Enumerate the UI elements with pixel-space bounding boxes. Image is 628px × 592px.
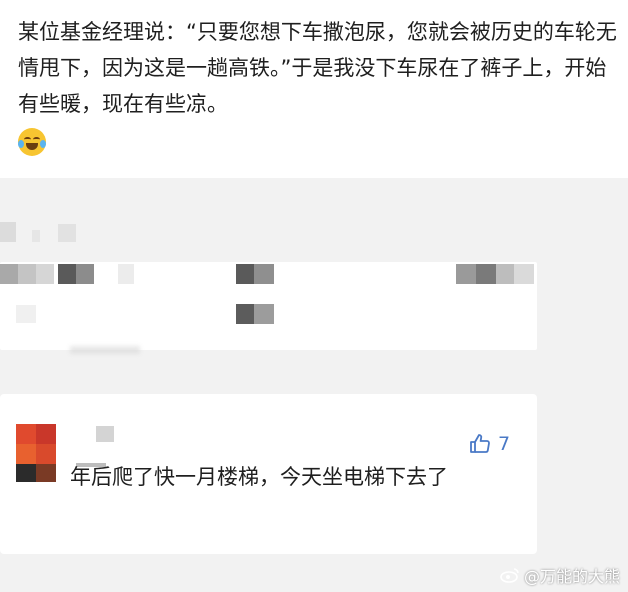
censor-block [0,264,18,284]
laughing-with-tears-emoji-icon [18,128,46,156]
censor-block [16,305,36,323]
like-count: 7 [498,433,511,455]
censor-block [36,264,54,284]
censor-block [118,264,134,284]
like-button[interactable]: 7 [468,430,510,458]
censor-block [254,304,274,324]
censor-block [236,264,254,284]
censor-block [58,264,76,284]
censor-block [0,222,16,242]
censor-block [254,264,274,284]
censor-block [32,230,40,242]
censor-block [236,304,254,324]
weibo-logo-icon [500,568,519,583]
censor-block [514,264,534,284]
censor-block [18,264,36,284]
censor-block [76,264,94,284]
post-text: 某位基金经理说：“只要您想下车撒泡尿，您就会被历史的车轮无情甩下，因为这是一趟高… [18,14,618,158]
watermark: @万能的大熊 [500,564,620,586]
censor-block [496,264,514,284]
original-post: 某位基金经理说：“只要您想下车撒泡尿，您就会被历史的车轮无情甩下，因为这是一趟高… [0,0,628,178]
comment-text: 年后爬了快一月楼梯，今天坐电梯下去了 [70,465,448,489]
thumbs-up-icon [470,434,490,453]
censored-username [96,426,114,442]
censor-smudge [70,346,140,354]
watermark-text: @万能的大熊 [523,567,620,586]
censor-block [456,264,476,284]
censor-block [58,224,76,242]
avatar[interactable] [16,424,56,482]
censor-block [476,264,496,284]
